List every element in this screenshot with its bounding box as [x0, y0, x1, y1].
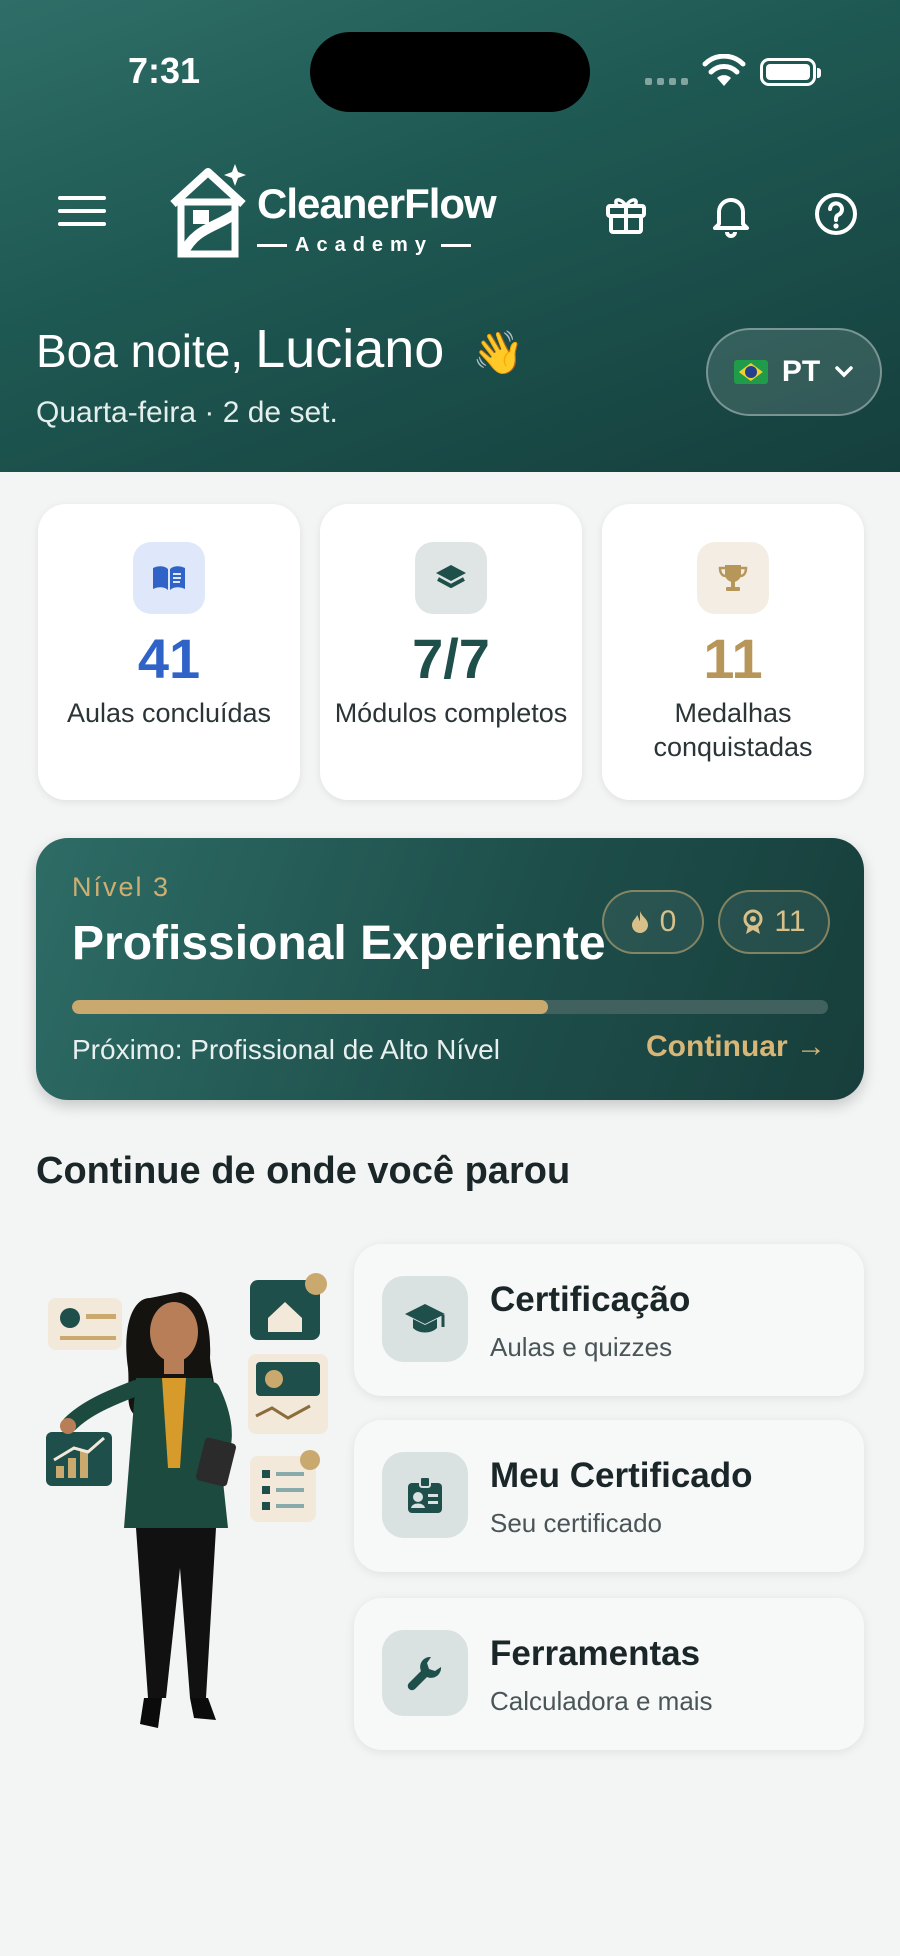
book-icon [133, 542, 205, 614]
house-logo-icon [170, 164, 246, 258]
wave-icon: 👋 [472, 329, 525, 376]
wrench-icon [382, 1630, 468, 1716]
streak-badge: 0 [602, 890, 704, 954]
stat-card-medals[interactable]: 11 Medalhas conquistadas [602, 504, 864, 800]
help-icon[interactable] [812, 190, 860, 238]
card-title: Meu Certificado [490, 1456, 753, 1495]
trophy-icon [697, 542, 769, 614]
greeting: Boa noite, Luciano 👋 [36, 318, 525, 380]
instructor-illustration [46, 1273, 328, 1728]
current-date: Quarta-feira · 2 de set. [36, 396, 338, 429]
stat-value: 7/7 [412, 627, 490, 690]
card-title: Ferramentas [490, 1634, 701, 1673]
streak-count: 0 [659, 905, 677, 938]
stat-label: Módulos completos [334, 698, 568, 728]
app-header: 7:31 CleanerFlow Academy Boa noite, Luci… [0, 0, 900, 472]
my-certificate-card[interactable]: Meu Certificado Seu certificado [354, 1420, 864, 1572]
stat-card-modules[interactable]: 7/7 Módulos completos [320, 504, 582, 800]
chevron-down-icon [835, 366, 853, 378]
stat-value: 41 [137, 627, 201, 690]
brazil-flag-icon [733, 360, 768, 384]
card-title: Certificação [490, 1280, 691, 1319]
user-name: Luciano [255, 319, 445, 379]
stat-value: 11 [703, 627, 763, 690]
language-code: PT [781, 355, 821, 388]
stat-card-lessons[interactable]: 41 Aulas concluídas [38, 504, 300, 800]
next-level-text: Próximo: Profissional de Alto Nível [72, 1034, 500, 1065]
level-title: Profissional Experiente [72, 917, 606, 970]
level-card[interactable]: Nível 3 Profissional Experiente 0 11 Pró… [36, 838, 864, 1100]
tools-card[interactable]: Ferramentas Calculadora e mais [354, 1598, 864, 1750]
flame-icon [631, 911, 648, 933]
level-tag: Nível 3 [72, 872, 171, 902]
status-time: 7:31 [128, 50, 201, 91]
language-selector[interactable]: PT [706, 328, 882, 416]
menu-button[interactable] [58, 196, 106, 232]
dynamic-island [310, 32, 590, 112]
stat-label: Medalhas conquistadas [653, 698, 813, 762]
bell-icon[interactable] [707, 190, 755, 238]
gift-icon[interactable] [602, 190, 650, 238]
brand-logo: CleanerFlow Academy [165, 158, 505, 268]
level-progress-fill [72, 1000, 549, 1014]
continue-link[interactable]: Continuar → [646, 1030, 826, 1064]
card-subtitle: Seu certificado [490, 1508, 662, 1538]
layers-icon [415, 542, 487, 614]
menu-icon [58, 196, 106, 200]
certification-card[interactable]: Certificação Aulas e quizzes [354, 1244, 864, 1396]
card-subtitle: Calculadora e mais [490, 1686, 713, 1716]
medal-icon [743, 909, 763, 934]
greeting-text: Boa noite, [36, 325, 244, 377]
graduation-cap-icon [382, 1276, 468, 1362]
brand-subtitle: Academy [257, 234, 497, 257]
wifi-icon [702, 54, 746, 86]
card-subtitle: Aulas e quizzes [490, 1332, 673, 1362]
battery-icon [760, 58, 821, 86]
level-progress-bar [72, 1000, 828, 1014]
section-title: Continue de onde você parou [36, 1150, 571, 1192]
badge-id-icon [382, 1452, 468, 1538]
medal-badge: 11 [718, 890, 830, 954]
cellular-signal-icon [645, 78, 688, 85]
stat-label: Aulas concluídas [66, 698, 272, 728]
brand-name: CleanerFlow [257, 180, 497, 227]
medal-count: 11 [774, 905, 806, 938]
